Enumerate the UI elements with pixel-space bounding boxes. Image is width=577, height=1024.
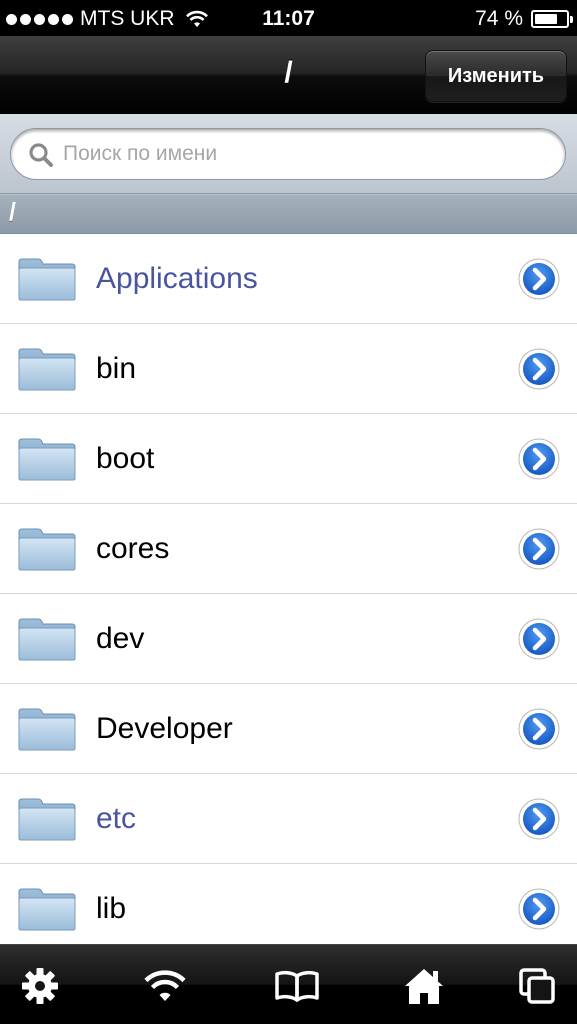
chevron-right-icon[interactable] (518, 438, 560, 480)
tab-wifi[interactable] (142, 963, 188, 1009)
folder-icon (17, 436, 77, 482)
search-bar (0, 114, 577, 194)
folder-icon (17, 256, 77, 302)
folder-icon (17, 616, 77, 662)
folder-icon (17, 706, 77, 752)
chevron-right-icon[interactable] (518, 618, 560, 660)
list-item[interactable]: etc (0, 774, 577, 864)
item-label: boot (96, 442, 155, 475)
tab-bar (0, 944, 577, 1024)
status-bar: MTS UKR 11:07 74 % (0, 0, 577, 36)
item-label: bin (96, 352, 137, 385)
edit-button[interactable]: Изменить (425, 50, 567, 102)
book-icon (275, 970, 319, 1002)
list-item[interactable]: dev (0, 594, 577, 684)
battery-percentage: 74 % (475, 7, 523, 30)
list-item[interactable]: cores (0, 504, 577, 594)
tab-settings[interactable] (17, 963, 63, 1009)
chevron-right-icon[interactable] (518, 888, 560, 930)
item-label: Applications (96, 262, 258, 295)
status-right: 74 % (475, 7, 573, 31)
list-item[interactable]: Applications (0, 234, 577, 324)
search-field[interactable] (10, 128, 566, 180)
search-icon (29, 143, 53, 167)
list-item[interactable]: boot (0, 414, 577, 504)
tab-bookmarks[interactable] (274, 963, 320, 1009)
windows-icon (519, 968, 555, 1004)
chevron-right-icon[interactable] (518, 528, 560, 570)
item-label: Developer (96, 712, 233, 745)
chevron-right-icon[interactable] (518, 798, 560, 840)
list-item[interactable]: bin (0, 324, 577, 414)
chevron-right-icon[interactable] (518, 348, 560, 390)
folder-icon (17, 886, 77, 932)
list-item[interactable]: Developer (0, 684, 577, 774)
battery-icon (531, 10, 573, 28)
file-list: Applications bin boot cores dev Develope… (0, 234, 577, 944)
list-item[interactable]: lib (0, 864, 577, 944)
chevron-right-icon[interactable] (518, 708, 560, 750)
chevron-right-icon[interactable] (518, 258, 560, 300)
item-label: lib (96, 892, 127, 925)
navigation-bar: / Изменить (0, 36, 577, 114)
folder-icon (17, 526, 77, 572)
gear-icon (22, 968, 58, 1004)
item-label: etc (96, 802, 137, 835)
path-header: / (0, 194, 577, 234)
home-icon (405, 969, 443, 1004)
search-input[interactable] (63, 129, 553, 179)
wifi-icon (144, 970, 186, 1001)
folder-icon (17, 796, 77, 842)
item-label: dev (96, 622, 145, 655)
item-label: cores (96, 532, 170, 565)
tab-windows[interactable] (514, 963, 560, 1009)
folder-icon (17, 346, 77, 392)
battery-fill (535, 14, 558, 24)
tab-home[interactable] (401, 963, 447, 1009)
